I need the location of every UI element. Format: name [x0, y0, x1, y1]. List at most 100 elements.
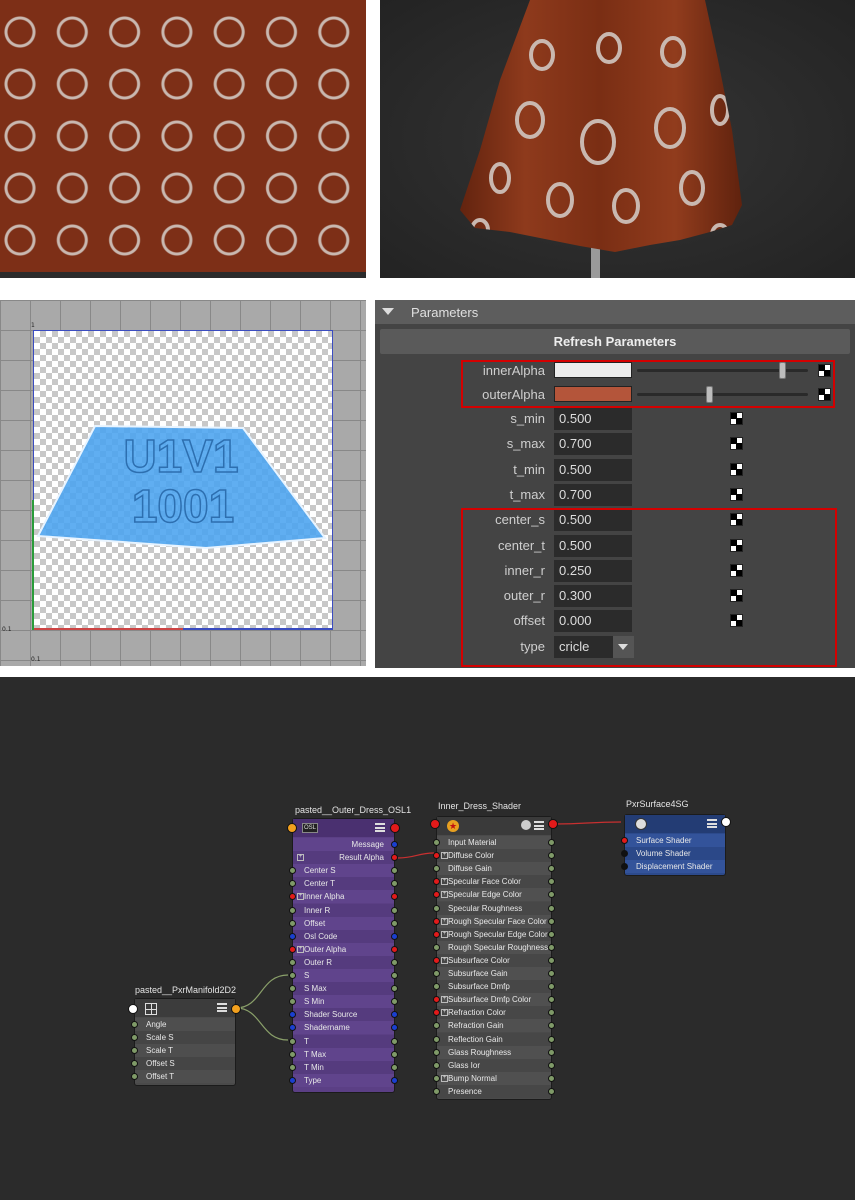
param-map-icon[interactable]: [730, 487, 743, 501]
input-port-dot[interactable]: [621, 863, 628, 871]
input-port-dot[interactable]: [433, 1048, 440, 1056]
osl-output-port[interactable]: [390, 823, 400, 833]
input-port-dot[interactable]: [131, 1047, 138, 1055]
output-port-dot[interactable]: [391, 972, 398, 979]
shader-port-row[interactable]: Subsurface Dmfp: [433, 980, 555, 994]
input-port-dot[interactable]: [433, 1009, 440, 1017]
sg-port-row[interactable]: Volume Shader: [621, 847, 725, 861]
osl-port-row[interactable]: Center S: [289, 864, 398, 878]
input-port-dot[interactable]: [289, 945, 296, 953]
sg-port-row[interactable]: Displacement Shader: [621, 860, 725, 874]
shader-port-row[interactable]: + Subsurface Color: [433, 953, 555, 967]
manifold-port-row[interactable]: Offset S: [131, 1057, 235, 1071]
shader-port-row[interactable]: + Bump Normal: [433, 1071, 555, 1085]
output-port-dot[interactable]: [548, 956, 555, 964]
output-port-dot[interactable]: [548, 1074, 555, 1082]
manifold-port-row[interactable]: Scale T: [131, 1044, 235, 1058]
input-port-dot[interactable]: [289, 919, 296, 927]
shader-port-row[interactable]: + Subsurface Dmfp Color: [433, 993, 555, 1007]
shader-node[interactable]: ★ Input Material + Diffuse Color Diffuse Ga…: [433, 816, 555, 1100]
param-value-field[interactable]: 0.500: [554, 408, 632, 430]
output-port-dot[interactable]: [391, 919, 398, 927]
output-port-dot[interactable]: [391, 1050, 398, 1058]
shader-port-row[interactable]: Glass Ior: [433, 1058, 555, 1072]
output-port-dot[interactable]: [391, 958, 398, 966]
expand-plus-icon[interactable]: +: [297, 945, 304, 953]
output-port-dot[interactable]: [548, 1061, 555, 1069]
input-port-dot[interactable]: [289, 1076, 296, 1084]
input-port-dot[interactable]: [433, 1035, 440, 1043]
expand-plus-icon[interactable]: +: [441, 1074, 448, 1082]
node-menu-icon[interactable]: [707, 819, 717, 828]
input-port-dot[interactable]: [433, 1087, 440, 1095]
input-port-dot[interactable]: [433, 996, 440, 1004]
node-menu-icon[interactable]: [217, 1003, 227, 1012]
shader-node-header[interactable]: ★: [437, 817, 551, 835]
osl-port-row[interactable]: Center T: [289, 877, 398, 891]
param-value-field[interactable]: 0.500: [554, 458, 632, 481]
shader-port-row[interactable]: + Specular Edge Color: [433, 888, 555, 902]
refresh-parameters-button[interactable]: Refresh Parameters: [380, 329, 850, 354]
input-port-dot[interactable]: [289, 1050, 296, 1058]
output-port-dot[interactable]: [391, 932, 398, 940]
input-port-dot[interactable]: [433, 878, 440, 886]
expand-plus-icon[interactable]: +: [441, 891, 448, 899]
input-port-dot[interactable]: [433, 839, 440, 846]
expand-plus-icon[interactable]: +: [441, 956, 448, 964]
node-graph-editor[interactable]: pasted__PxrManifold2D2 Angle Scale S Scale…: [0, 677, 855, 1200]
manifold-node[interactable]: Angle Scale S Scale T Offset S Offset T: [131, 998, 236, 1086]
manifold-port-row[interactable]: Angle: [131, 1018, 235, 1031]
input-port-dot[interactable]: [433, 956, 440, 964]
shader-port-row[interactable]: Rough Specular Roughness: [433, 940, 555, 954]
osl-port-row[interactable]: + Result Alpha: [293, 851, 398, 865]
param-map-icon[interactable]: [730, 462, 743, 476]
output-port-dot[interactable]: [548, 839, 555, 846]
osl-port-row[interactable]: + Outer Alpha: [289, 942, 398, 956]
parameters-section-header[interactable]: Parameters: [375, 300, 855, 324]
input-port-dot[interactable]: [433, 1074, 440, 1082]
osl-port-row[interactable]: Message: [293, 838, 398, 851]
input-port-dot[interactable]: [289, 906, 296, 914]
manifold-node-header[interactable]: [135, 999, 235, 1017]
output-port-dot[interactable]: [548, 917, 555, 925]
osl-port-row[interactable]: T Max: [289, 1047, 398, 1061]
shader-port-row[interactable]: Glass Roughness: [433, 1045, 555, 1059]
input-port-dot[interactable]: [621, 837, 628, 844]
input-port-dot[interactable]: [289, 985, 296, 993]
output-port-dot[interactable]: [391, 945, 398, 953]
shader-port-row[interactable]: + Rough Specular Face Color: [433, 914, 555, 928]
input-port-dot[interactable]: [433, 1061, 440, 1069]
shader-port-row[interactable]: Specular Roughness: [433, 901, 555, 915]
input-port-dot[interactable]: [289, 1063, 296, 1071]
manifold-output-port[interactable]: [231, 1004, 241, 1014]
param-map-icon[interactable]: [730, 412, 743, 425]
input-port-dot[interactable]: [289, 972, 296, 979]
input-port-dot[interactable]: [131, 1034, 138, 1042]
expand-plus-icon[interactable]: +: [297, 854, 304, 862]
sg-output-port[interactable]: [721, 817, 731, 827]
osl-port-row[interactable]: Inner R: [289, 903, 398, 917]
shader-input-port[interactable]: [430, 819, 440, 829]
input-port-dot[interactable]: [433, 917, 440, 925]
collapse-triangle-icon[interactable]: [382, 308, 394, 315]
expand-plus-icon[interactable]: +: [441, 930, 448, 938]
output-port-dot[interactable]: [548, 1048, 555, 1056]
input-port-dot[interactable]: [289, 1024, 296, 1032]
shader-port-row[interactable]: + Rough Specular Edge Color: [433, 927, 555, 941]
osl-port-row[interactable]: S: [289, 969, 398, 982]
shader-port-row[interactable]: + Diffuse Color: [433, 849, 555, 863]
shading-group-node[interactable]: Surface Shader Volume Shader Displacement …: [621, 814, 726, 876]
uv-shell[interactable]: U1V1 1001: [0, 300, 366, 666]
input-port-dot[interactable]: [433, 983, 440, 991]
osl-port-row[interactable]: Shader Source: [289, 1008, 398, 1022]
node-menu-icon[interactable]: [534, 821, 544, 830]
input-port-dot[interactable]: [433, 852, 440, 860]
shader-port-row[interactable]: Subsurface Gain: [433, 967, 555, 980]
output-port-dot[interactable]: [548, 904, 555, 912]
input-port-dot[interactable]: [433, 1022, 440, 1030]
input-port-dot[interactable]: [433, 930, 440, 938]
osl-port-row[interactable]: Shadername: [289, 1021, 398, 1035]
input-port-dot[interactable]: [289, 1037, 296, 1045]
input-port-dot[interactable]: [433, 904, 440, 912]
output-port-dot[interactable]: [548, 943, 555, 951]
